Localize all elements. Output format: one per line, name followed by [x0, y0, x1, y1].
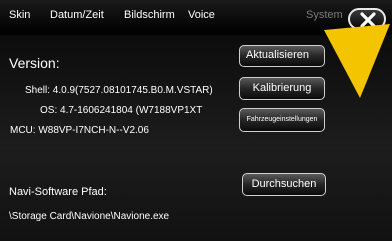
tab-datum-zeit[interactable]: Datum/Zeit: [50, 9, 104, 21]
calibration-button[interactable]: Kalibrierung: [239, 77, 325, 100]
version-label: Version:: [9, 55, 60, 71]
tab-skin[interactable]: Skin: [9, 9, 30, 21]
pointer-arrow-icon: [324, 24, 390, 98]
vehicle-settings-button[interactable]: Fahrzeugeinstellungen: [239, 108, 325, 132]
navi-path-label: Navi-Software Pfad:: [9, 186, 107, 198]
shell-version: Shell: 4.0.9(7527.08101745.B0.M.VSTAR): [25, 85, 213, 96]
tab-bildschirm[interactable]: Bildschirm: [124, 9, 175, 21]
tab-voice[interactable]: Voice: [188, 9, 215, 21]
navi-path-value: \Storage Card\Navione\Navione.exe: [9, 211, 170, 222]
mcu-version: MCU: W88VP-I7NCH-N--V2.06: [10, 125, 149, 136]
os-version: OS: 4.7-1606241804 (W7188VP1XT: [40, 105, 203, 116]
update-button[interactable]: Aktualisieren: [239, 45, 325, 67]
browse-button[interactable]: Durchsuchen: [242, 173, 326, 196]
